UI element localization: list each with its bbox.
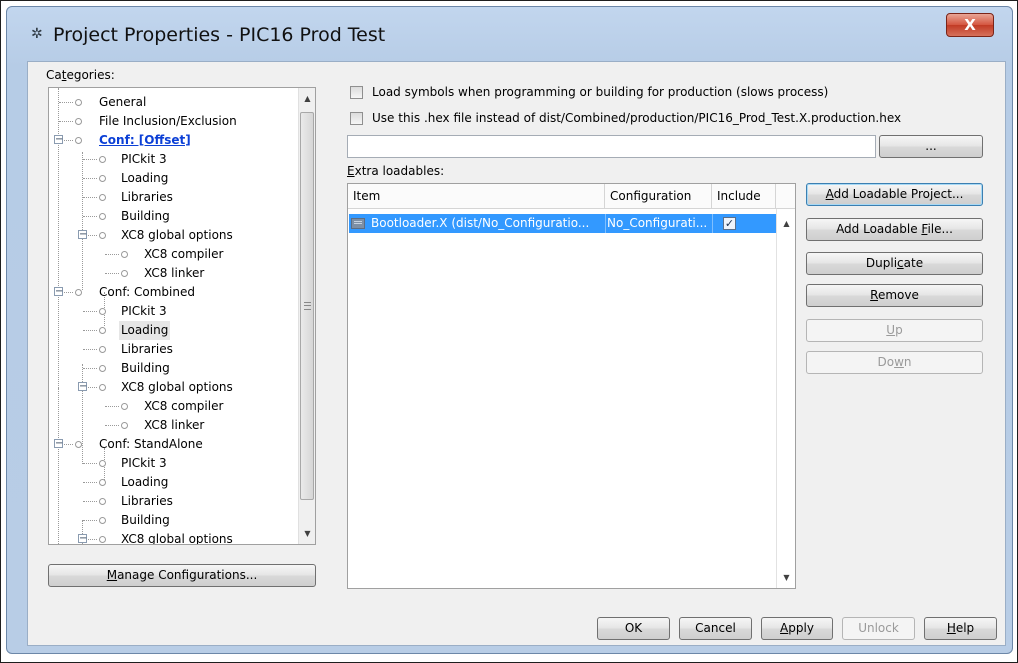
collapse-icon[interactable]: − bbox=[54, 135, 63, 145]
tree-node-icon bbox=[99, 460, 106, 467]
tree-node-icon bbox=[99, 194, 106, 201]
use-hex-label: Use this .hex file instead of dist/Combi… bbox=[372, 111, 902, 125]
load-symbols-checkbox[interactable] bbox=[350, 86, 363, 99]
window-title: Project Properties - PIC16 Prod Test bbox=[53, 24, 386, 46]
collapse-icon[interactable]: − bbox=[78, 534, 87, 544]
tree-node-icon bbox=[99, 384, 106, 391]
tree-connector bbox=[58, 88, 59, 388]
extra-loadables-label: Extra loadables: bbox=[347, 164, 445, 178]
tree-node-icon bbox=[99, 327, 106, 334]
browse-button[interactable]: ... bbox=[879, 135, 983, 158]
collapse-icon[interactable]: − bbox=[78, 230, 87, 240]
scroll-up-icon[interactable]: ▲ bbox=[299, 90, 315, 107]
ok-button[interactable]: OK bbox=[597, 617, 670, 640]
help-button[interactable]: Help bbox=[924, 617, 997, 640]
file-icon bbox=[351, 218, 365, 229]
add-loadable-file-button[interactable]: Add Loadable File... bbox=[806, 218, 983, 241]
tree-node-icon bbox=[75, 137, 82, 144]
tree-node-icon bbox=[99, 232, 106, 239]
add-loadable-project-button[interactable]: Add Loadable Project... bbox=[806, 183, 983, 206]
dialog-content: Categories: General File Inclusion/Exclu… bbox=[27, 61, 1006, 646]
column-header-filler bbox=[776, 184, 795, 209]
tree-node-icon bbox=[99, 308, 106, 315]
tree-node-icon bbox=[99, 498, 106, 505]
unlock-button[interactable]: Unlock bbox=[842, 617, 915, 640]
gear-icon: ✲ bbox=[31, 26, 43, 42]
screenshot-frame: ✲ Project Properties - PIC16 Prod Test X… bbox=[0, 0, 1018, 663]
tree-connector bbox=[82, 364, 83, 464]
tree-node-icon bbox=[75, 118, 82, 125]
tree-node-icon bbox=[99, 536, 106, 543]
tree-node-icon bbox=[99, 156, 106, 163]
collapse-icon[interactable]: − bbox=[54, 287, 63, 297]
use-hex-checkbox[interactable] bbox=[350, 112, 363, 125]
tree-node-icon bbox=[121, 403, 128, 410]
duplicate-button[interactable]: Duplicate bbox=[806, 252, 983, 275]
categories-tree[interactable]: General File Inclusion/Exclusion − Conf:… bbox=[48, 87, 316, 545]
row-configuration-cell: No_Configurati... bbox=[607, 216, 708, 230]
manage-configurations-button[interactable]: Manage Configurations... bbox=[48, 564, 316, 587]
close-button[interactable]: X bbox=[946, 13, 994, 37]
tree-node-icon bbox=[99, 213, 106, 220]
remove-button[interactable]: Remove bbox=[806, 284, 983, 307]
table-row[interactable]: Bootloader.X (dist/No_Configuratio... No… bbox=[349, 214, 777, 233]
scroll-up-icon[interactable]: ▲ bbox=[777, 215, 795, 232]
include-checkbox[interactable]: ✓ bbox=[723, 217, 736, 230]
tree-connector bbox=[82, 152, 83, 290]
tree-node-icon bbox=[121, 422, 128, 429]
tree-node-icon bbox=[99, 517, 106, 524]
collapse-icon[interactable]: − bbox=[54, 439, 63, 449]
tree-node-icon bbox=[99, 479, 106, 486]
tree-node-icon bbox=[75, 99, 82, 106]
cancel-button[interactable]: Cancel bbox=[679, 617, 752, 640]
column-header-item[interactable]: Item bbox=[348, 184, 605, 209]
dialog-window: ✲ Project Properties - PIC16 Prod Test X… bbox=[6, 6, 1013, 654]
tree-connector bbox=[58, 388, 59, 544]
scroll-down-icon[interactable]: ▼ bbox=[299, 525, 315, 542]
column-header-include[interactable]: Include bbox=[712, 184, 776, 209]
down-button[interactable]: Down bbox=[806, 351, 983, 374]
row-item-cell: Bootloader.X (dist/No_Configuratio... bbox=[371, 216, 590, 230]
scrollbar-thumb[interactable] bbox=[300, 112, 314, 500]
tree-node-icon bbox=[121, 251, 128, 258]
tree-node-icon bbox=[121, 270, 128, 277]
tree-node-icon bbox=[75, 441, 82, 448]
tree-node-icon bbox=[99, 346, 106, 353]
tree-node-icon bbox=[99, 175, 106, 182]
extra-loadables-table[interactable]: Item Configuration Include Bootloader.X … bbox=[347, 183, 796, 589]
up-button[interactable]: Up bbox=[806, 319, 983, 342]
tree-node-icon bbox=[75, 289, 82, 296]
table-scrollbar[interactable]: ▲ ▼ bbox=[776, 209, 795, 588]
title-bar[interactable]: ✲ Project Properties - PIC16 Prod Test X bbox=[7, 7, 1012, 59]
collapse-icon[interactable]: − bbox=[78, 382, 87, 392]
hex-file-path-input[interactable] bbox=[347, 135, 876, 158]
apply-button[interactable]: Apply bbox=[761, 617, 833, 640]
column-header-configuration[interactable]: Configuration bbox=[605, 184, 712, 209]
tree-scrollbar[interactable]: ▲ ▼ bbox=[298, 88, 315, 544]
scroll-down-icon[interactable]: ▼ bbox=[777, 569, 795, 586]
load-symbols-label: Load symbols when programming or buildin… bbox=[372, 85, 829, 99]
categories-label: Categories: bbox=[46, 68, 115, 82]
tree-node-icon bbox=[99, 365, 106, 372]
